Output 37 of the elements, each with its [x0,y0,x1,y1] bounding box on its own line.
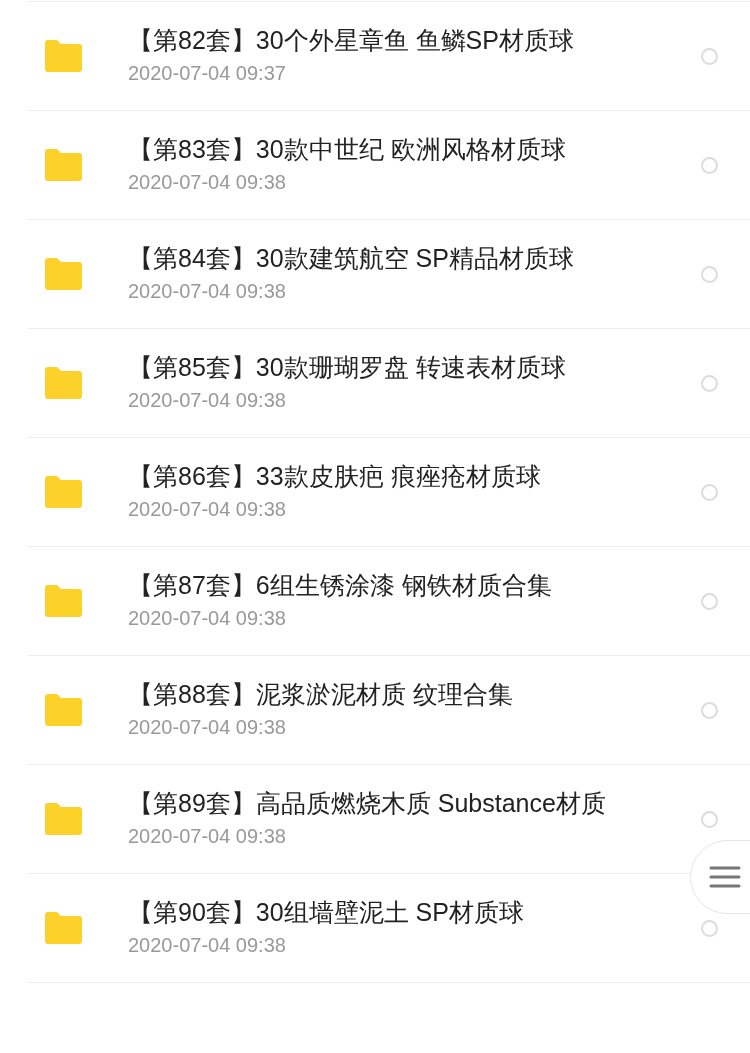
folder-icon [45,803,82,835]
folder-date: 2020-07-04 09:38 [128,715,287,740]
select-radio[interactable] [701,47,718,65]
folder-name: 【第83套】30款中世纪 欧洲风格材质球 [128,134,567,165]
folder-name: 【第84套】30款建筑航空 SP精品材质球 [128,243,575,274]
folder-name: 【第89套】高品质燃烧木质 Substance材质 [128,788,607,819]
folder-date: 2020-07-04 09:37 [128,61,287,86]
folder-icon [45,149,82,181]
menu-icon [709,865,741,889]
folder-date: 2020-07-04 09:38 [128,497,287,522]
folder-date: 2020-07-04 09:38 [128,388,287,413]
select-radio[interactable] [701,374,718,392]
folder-icon [45,585,82,617]
folder-icon [45,476,82,508]
folder-date: 2020-07-04 09:38 [128,606,287,631]
folder-date: 2020-07-04 09:38 [128,933,287,958]
folder-name: 【第87套】6组生锈涂漆 钢铁材质合集 [128,570,553,601]
select-radio[interactable] [701,483,718,501]
folder-icon [45,694,82,726]
select-radio[interactable] [701,156,718,174]
folder-name: 【第86套】33款皮肤疤 痕痤疮材质球 [128,461,542,492]
select-radio[interactable] [701,701,718,719]
folder-icon [45,912,82,944]
folder-icon [45,367,82,399]
select-radio[interactable] [701,810,718,828]
folder-name: 【第85套】30款珊瑚罗盘 转速表材质球 [128,352,567,383]
folder-icon [45,258,82,290]
folder-name: 【第82套】30个外星章鱼 鱼鳞SP材质球 [128,25,575,56]
select-radio[interactable] [701,919,718,937]
folder-name: 【第88套】泥浆淤泥材质 纹理合集 [128,679,514,710]
folder-name: 【第90套】30组墙壁泥土 SP材质球 [128,897,525,928]
folder-date: 2020-07-04 09:38 [128,824,287,849]
folder-date: 2020-07-04 09:38 [128,279,287,304]
select-radio[interactable] [701,592,718,610]
select-radio[interactable] [701,265,718,283]
folder-date: 2020-07-04 09:38 [128,170,287,195]
folder-icon [45,40,82,72]
